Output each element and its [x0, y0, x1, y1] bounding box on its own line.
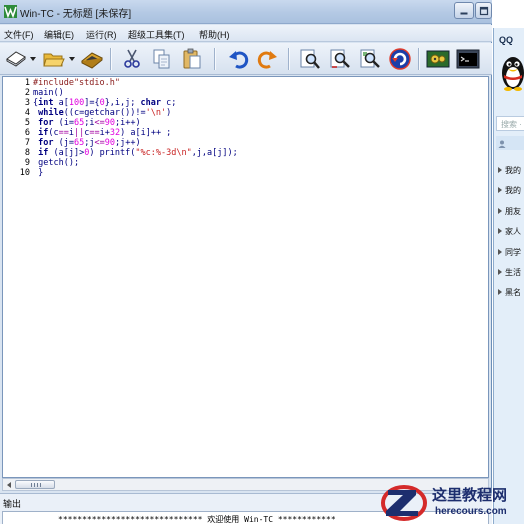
watermark-logo-icon — [381, 485, 427, 521]
line-number: 7 — [24, 138, 30, 148]
paste-icon — [183, 48, 201, 69]
redo-icon — [257, 51, 277, 69]
maximize-button[interactable] — [475, 2, 492, 19]
line-number: 4 — [24, 108, 30, 118]
win-tc-logo-icon — [4, 5, 17, 18]
minimize-button[interactable] — [454, 2, 474, 19]
code-line[interactable]: while((c=getchar())!='\n') — [33, 108, 171, 118]
scroll-left-icon[interactable] — [5, 481, 13, 489]
code-line[interactable]: } — [33, 168, 43, 178]
code-editor[interactable]: 1 2 3 4 5 6 7 8 9 10 #include"stdio.h" ma… — [2, 76, 489, 478]
new-file-icon — [6, 51, 26, 67]
code-line[interactable]: #include"stdio.h" — [33, 78, 120, 88]
code-line[interactable]: main() — [33, 88, 64, 98]
title-bar[interactable]: Win-TC - 无标题 [未保存] — [0, 0, 492, 24]
save-icon — [81, 52, 103, 69]
replace-button[interactable] — [358, 47, 382, 71]
win-tc-window: Win-TC - 无标题 [未保存] 文件(F) 编辑(E) 运行(R) 超级工… — [0, 0, 492, 524]
qq-search-placeholder: 搜索 · 联系 — [501, 120, 524, 129]
output-title: 输出 — [3, 499, 22, 509]
menu-bar: 文件(F) 编辑(E) 运行(R) 超级工具集(T) 帮助(H) — [0, 25, 492, 42]
collapse-arrow-icon — [498, 289, 502, 295]
cut-icon — [124, 49, 140, 68]
new-file-button[interactable] — [4, 47, 28, 71]
paste-button[interactable] — [180, 47, 204, 71]
undo-button[interactable] — [226, 47, 250, 71]
code-line[interactable]: getch(); — [33, 158, 79, 168]
menu-file[interactable]: 文件(F) — [4, 28, 34, 41]
qq-group-item[interactable]: 我的 — [498, 165, 521, 176]
qq-group-item[interactable]: 生活 — [498, 267, 521, 278]
watermark: 这里教程网 herecours.com — [376, 480, 524, 524]
person-icon — [498, 140, 506, 148]
minimize-icon — [460, 12, 468, 14]
qq-title: QQ — [499, 35, 514, 45]
code-line[interactable]: if (a[j]>0) printf("%c:%-3d\n",j,a[j]); — [33, 148, 238, 158]
run-button[interactable] — [456, 47, 480, 71]
save-button[interactable] — [80, 47, 104, 71]
code-line[interactable]: for (i=65;i<=90;i++) — [33, 118, 140, 128]
qq-group-item[interactable]: 朋友 — [498, 206, 521, 217]
collapse-arrow-icon — [498, 269, 502, 275]
open-button[interactable] — [42, 47, 66, 71]
line-number: 6 — [24, 128, 30, 138]
find-next-button[interactable] — [328, 47, 352, 71]
menu-run[interactable]: 运行(R) — [86, 28, 117, 41]
watermark-url: herecours.com — [435, 506, 507, 517]
menu-help[interactable]: 帮助(H) — [199, 28, 230, 41]
window-title: Win-TC - 无标题 [未保存] — [20, 9, 132, 20]
line-number: 5 — [24, 118, 30, 128]
output-message: ****************************** 欢迎使用 Win-… — [58, 515, 336, 524]
menu-edit[interactable]: 编辑(E) — [44, 28, 74, 41]
code-line[interactable]: for (j=65;j<=90;j++) — [33, 138, 140, 148]
qq-search-input[interactable]: 搜索 · 联系 — [496, 116, 524, 131]
line-number: 1 — [24, 78, 30, 88]
line-number: 10 — [19, 168, 30, 178]
qq-group-item[interactable]: 家人 — [498, 226, 521, 237]
collapse-arrow-icon — [498, 228, 502, 234]
collapse-arrow-icon — [498, 187, 502, 193]
compile-icon — [426, 50, 450, 68]
refresh-button[interactable] — [388, 47, 412, 71]
line-number: 8 — [24, 148, 30, 158]
undo-icon — [229, 51, 249, 69]
replace-icon — [360, 49, 380, 68]
qq-side-panel: QQ 搜索 · 联系 我的 我的 朋友 家人 同学 生活 黑名 — [493, 28, 524, 524]
code-line[interactable]: {int a[100]={0},i,j; char c; — [33, 98, 176, 108]
open-folder-icon — [43, 53, 65, 67]
collapse-arrow-icon — [498, 167, 502, 173]
collapse-arrow-icon — [498, 249, 502, 255]
toolbar — [0, 43, 492, 75]
scrollbar-thumb[interactable] — [15, 480, 55, 489]
run-console-icon — [456, 49, 480, 69]
line-number: 2 — [24, 88, 30, 98]
find-next-icon — [330, 49, 350, 68]
qq-group-item[interactable]: 黑名 — [498, 287, 521, 298]
qq-penguin-avatar[interactable] — [500, 53, 524, 91]
watermark-site-name: 这里教程网 — [432, 486, 508, 504]
compile-button[interactable] — [426, 47, 450, 71]
redo-button[interactable] — [256, 47, 280, 71]
maximize-icon — [479, 6, 488, 15]
cut-button[interactable] — [120, 47, 144, 71]
collapse-arrow-icon — [498, 208, 502, 214]
find-icon — [300, 49, 320, 69]
code-line[interactable]: if(c==i||c==i+32) a[i]++ ; — [33, 128, 171, 138]
find-button[interactable] — [298, 47, 322, 71]
qq-group-item[interactable]: 我的 — [498, 185, 521, 196]
copy-icon — [153, 49, 170, 69]
refresh-icon — [389, 48, 411, 70]
line-number: 9 — [24, 158, 30, 168]
qq-group-item[interactable]: 同学 — [498, 247, 521, 258]
menu-super-tools[interactable]: 超级工具集(T) — [128, 28, 185, 41]
line-number-gutter: 1 2 3 4 5 6 7 8 9 10 — [3, 77, 30, 477]
copy-button[interactable] — [150, 47, 174, 71]
line-number: 3 — [24, 98, 30, 108]
